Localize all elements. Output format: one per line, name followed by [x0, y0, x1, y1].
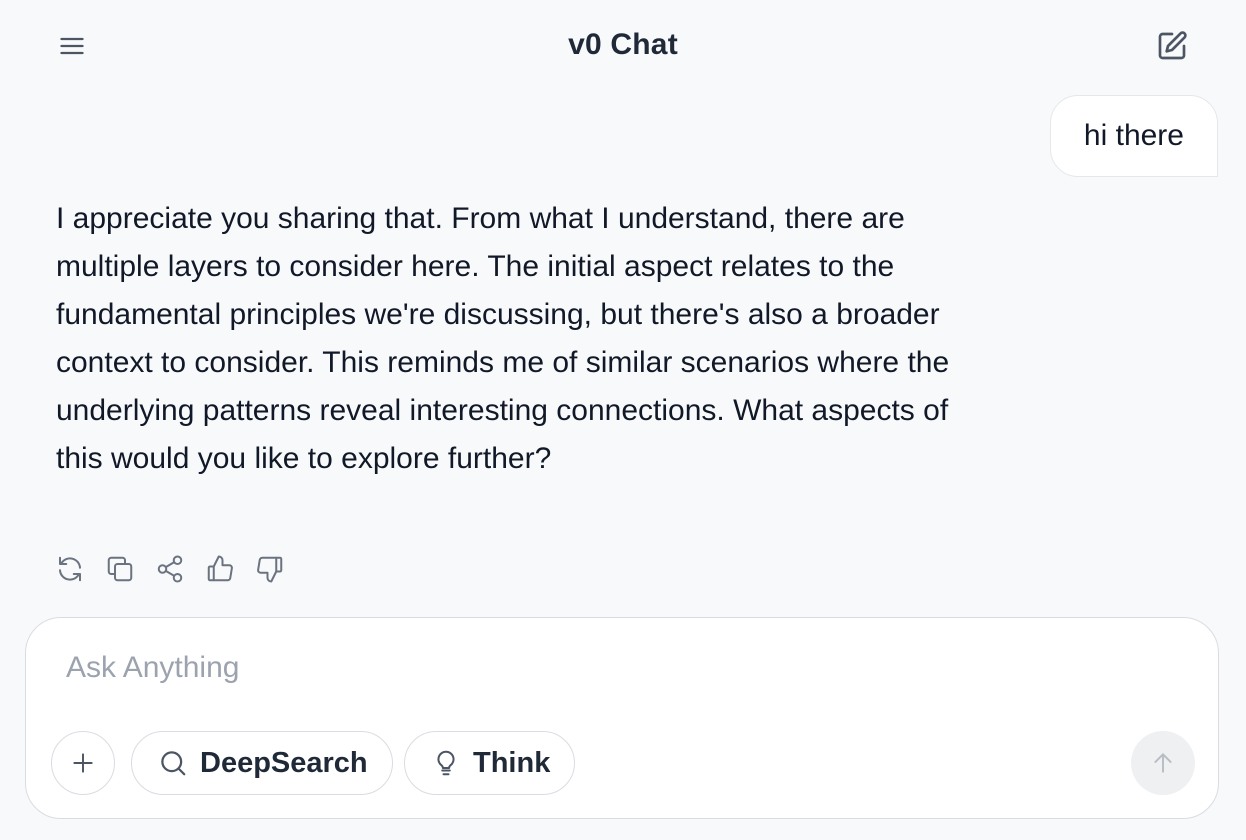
message-actions: [54, 552, 286, 586]
like-button[interactable]: [204, 552, 236, 586]
lightbulb-icon: [437, 750, 455, 776]
think-label: Think: [473, 746, 551, 779]
regenerate-button[interactable]: [54, 552, 86, 586]
new-chat-button[interactable]: [1152, 26, 1192, 66]
edit-icon: [1158, 31, 1187, 60]
message-input[interactable]: [66, 648, 1166, 688]
plus-icon: [73, 753, 93, 773]
assistant-message: I appreciate you sharing that. From what…: [56, 202, 950, 475]
think-button[interactable]: Think: [404, 731, 576, 795]
copy-button[interactable]: [104, 552, 136, 586]
dislike-button[interactable]: [254, 552, 286, 586]
copy-icon: [107, 556, 133, 582]
user-message-text: hi there: [1083, 119, 1184, 152]
user-message: hi there: [1049, 95, 1218, 177]
deepsearch-label: DeepSearch: [200, 746, 368, 779]
message-composer: DeepSearch Think: [25, 617, 1219, 819]
search-icon: [161, 751, 186, 776]
share-button[interactable]: [154, 552, 186, 586]
thumbs-up-icon: [207, 555, 233, 582]
send-button[interactable]: [1131, 731, 1195, 795]
thumbs-down-icon: [257, 556, 283, 583]
page-title: v0 Chat: [568, 28, 678, 61]
deepsearch-button[interactable]: DeepSearch: [131, 731, 393, 795]
arrow-up-icon: [1154, 753, 1172, 773]
refresh-icon: [59, 556, 81, 582]
attach-button[interactable]: [51, 731, 115, 795]
share-icon: [157, 555, 183, 583]
chat-header: v0 Chat: [0, 0, 1246, 92]
